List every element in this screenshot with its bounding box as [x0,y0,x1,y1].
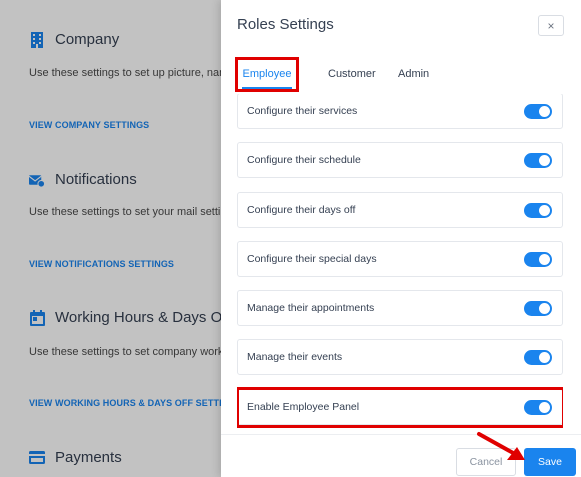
enable-employee-panel-highlight-box [237,387,563,428]
toggle-knob [539,105,550,117]
permission-row: Configure their services [237,94,563,129]
roles-settings-dialog: Roles Settings × Employee Customer Admin… [221,0,581,477]
toggle-knob [539,154,550,166]
permission-row: Configure their days off [237,192,563,228]
employee-tab-highlight-box [235,57,299,92]
tab-admin[interactable]: Admin [398,60,429,88]
toggle-knob [539,302,550,314]
permission-toggle[interactable] [524,152,552,168]
permission-label: Manage their appointments [247,302,375,314]
tab-admin-label: Admin [398,68,430,80]
permission-row: Manage their events [237,339,563,375]
permission-toggle[interactable] [524,349,552,365]
permission-label: Configure their days off [247,204,356,216]
toggle-knob [539,253,550,265]
close-button[interactable]: × [538,15,564,36]
permission-toggle[interactable] [524,300,552,316]
permission-toggle[interactable] [524,202,552,218]
permission-row: Configure their special days [237,241,563,277]
permission-toggle[interactable] [524,103,552,119]
red-arrow-icon [477,432,525,460]
permission-toggle[interactable] [524,251,552,267]
toggle-knob [539,204,550,216]
dialog-title: Roles Settings [237,16,334,33]
permission-row: Manage their appointments [237,290,563,326]
tab-customer[interactable]: Customer [328,60,376,88]
permission-label: Configure their services [247,105,358,117]
permissions-list: Configure their services Configure their… [237,94,563,434]
close-icon: × [547,18,555,33]
save-button[interactable]: Save [524,448,576,476]
permission-label: Configure their schedule [247,154,361,166]
tab-customer-label: Customer [328,68,376,80]
toggle-knob [539,351,550,363]
role-tabs: Employee Customer Admin [235,57,565,92]
permission-row: Configure their schedule [237,142,563,178]
permission-label: Configure their special days [247,253,377,265]
permission-label: Manage their events [247,351,343,363]
